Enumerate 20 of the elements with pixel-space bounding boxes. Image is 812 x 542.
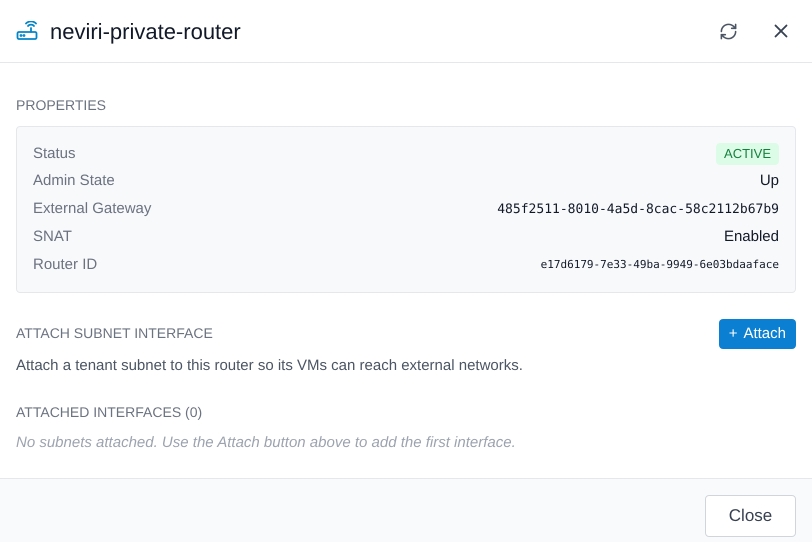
dialog-title: neviri-private-router: [50, 18, 242, 46]
property-label: Admin State: [33, 171, 115, 192]
router-icon: [16, 21, 38, 41]
property-value: 485f2511-8010-4a5d-8cac-58c2112b67b9: [497, 200, 779, 219]
empty-message: No subnets attached. Use the Attach button above to add the first interface.: [16, 433, 517, 454]
section-heading: PROPERTIES: [16, 96, 107, 115]
property-value: e17d6179-7e33-49ba-9949-6e03bdaaface: [540, 256, 779, 273]
section-heading: ATTACH SUBNET INTERFACE: [16, 324, 213, 344]
property-label: Status: [33, 144, 76, 164]
property-label: External Gateway: [33, 199, 152, 220]
property-value: Up: [760, 171, 779, 192]
refresh-icon: [719, 22, 738, 40]
close-dialog-button[interactable]: Close: [705, 494, 796, 536]
section-heading: ATTACHED INTERFACES (0): [16, 403, 204, 422]
property-value: Enabled: [724, 227, 779, 248]
attach-description: Attach a tenant subnet to this router so its VMs can reach external networks.: [16, 356, 524, 376]
property-label: Router ID: [33, 254, 98, 275]
property-label: SNAT: [33, 227, 72, 248]
attach-button[interactable]: + Attach: [718, 318, 796, 349]
status-badge: ACTIVE: [716, 143, 779, 165]
